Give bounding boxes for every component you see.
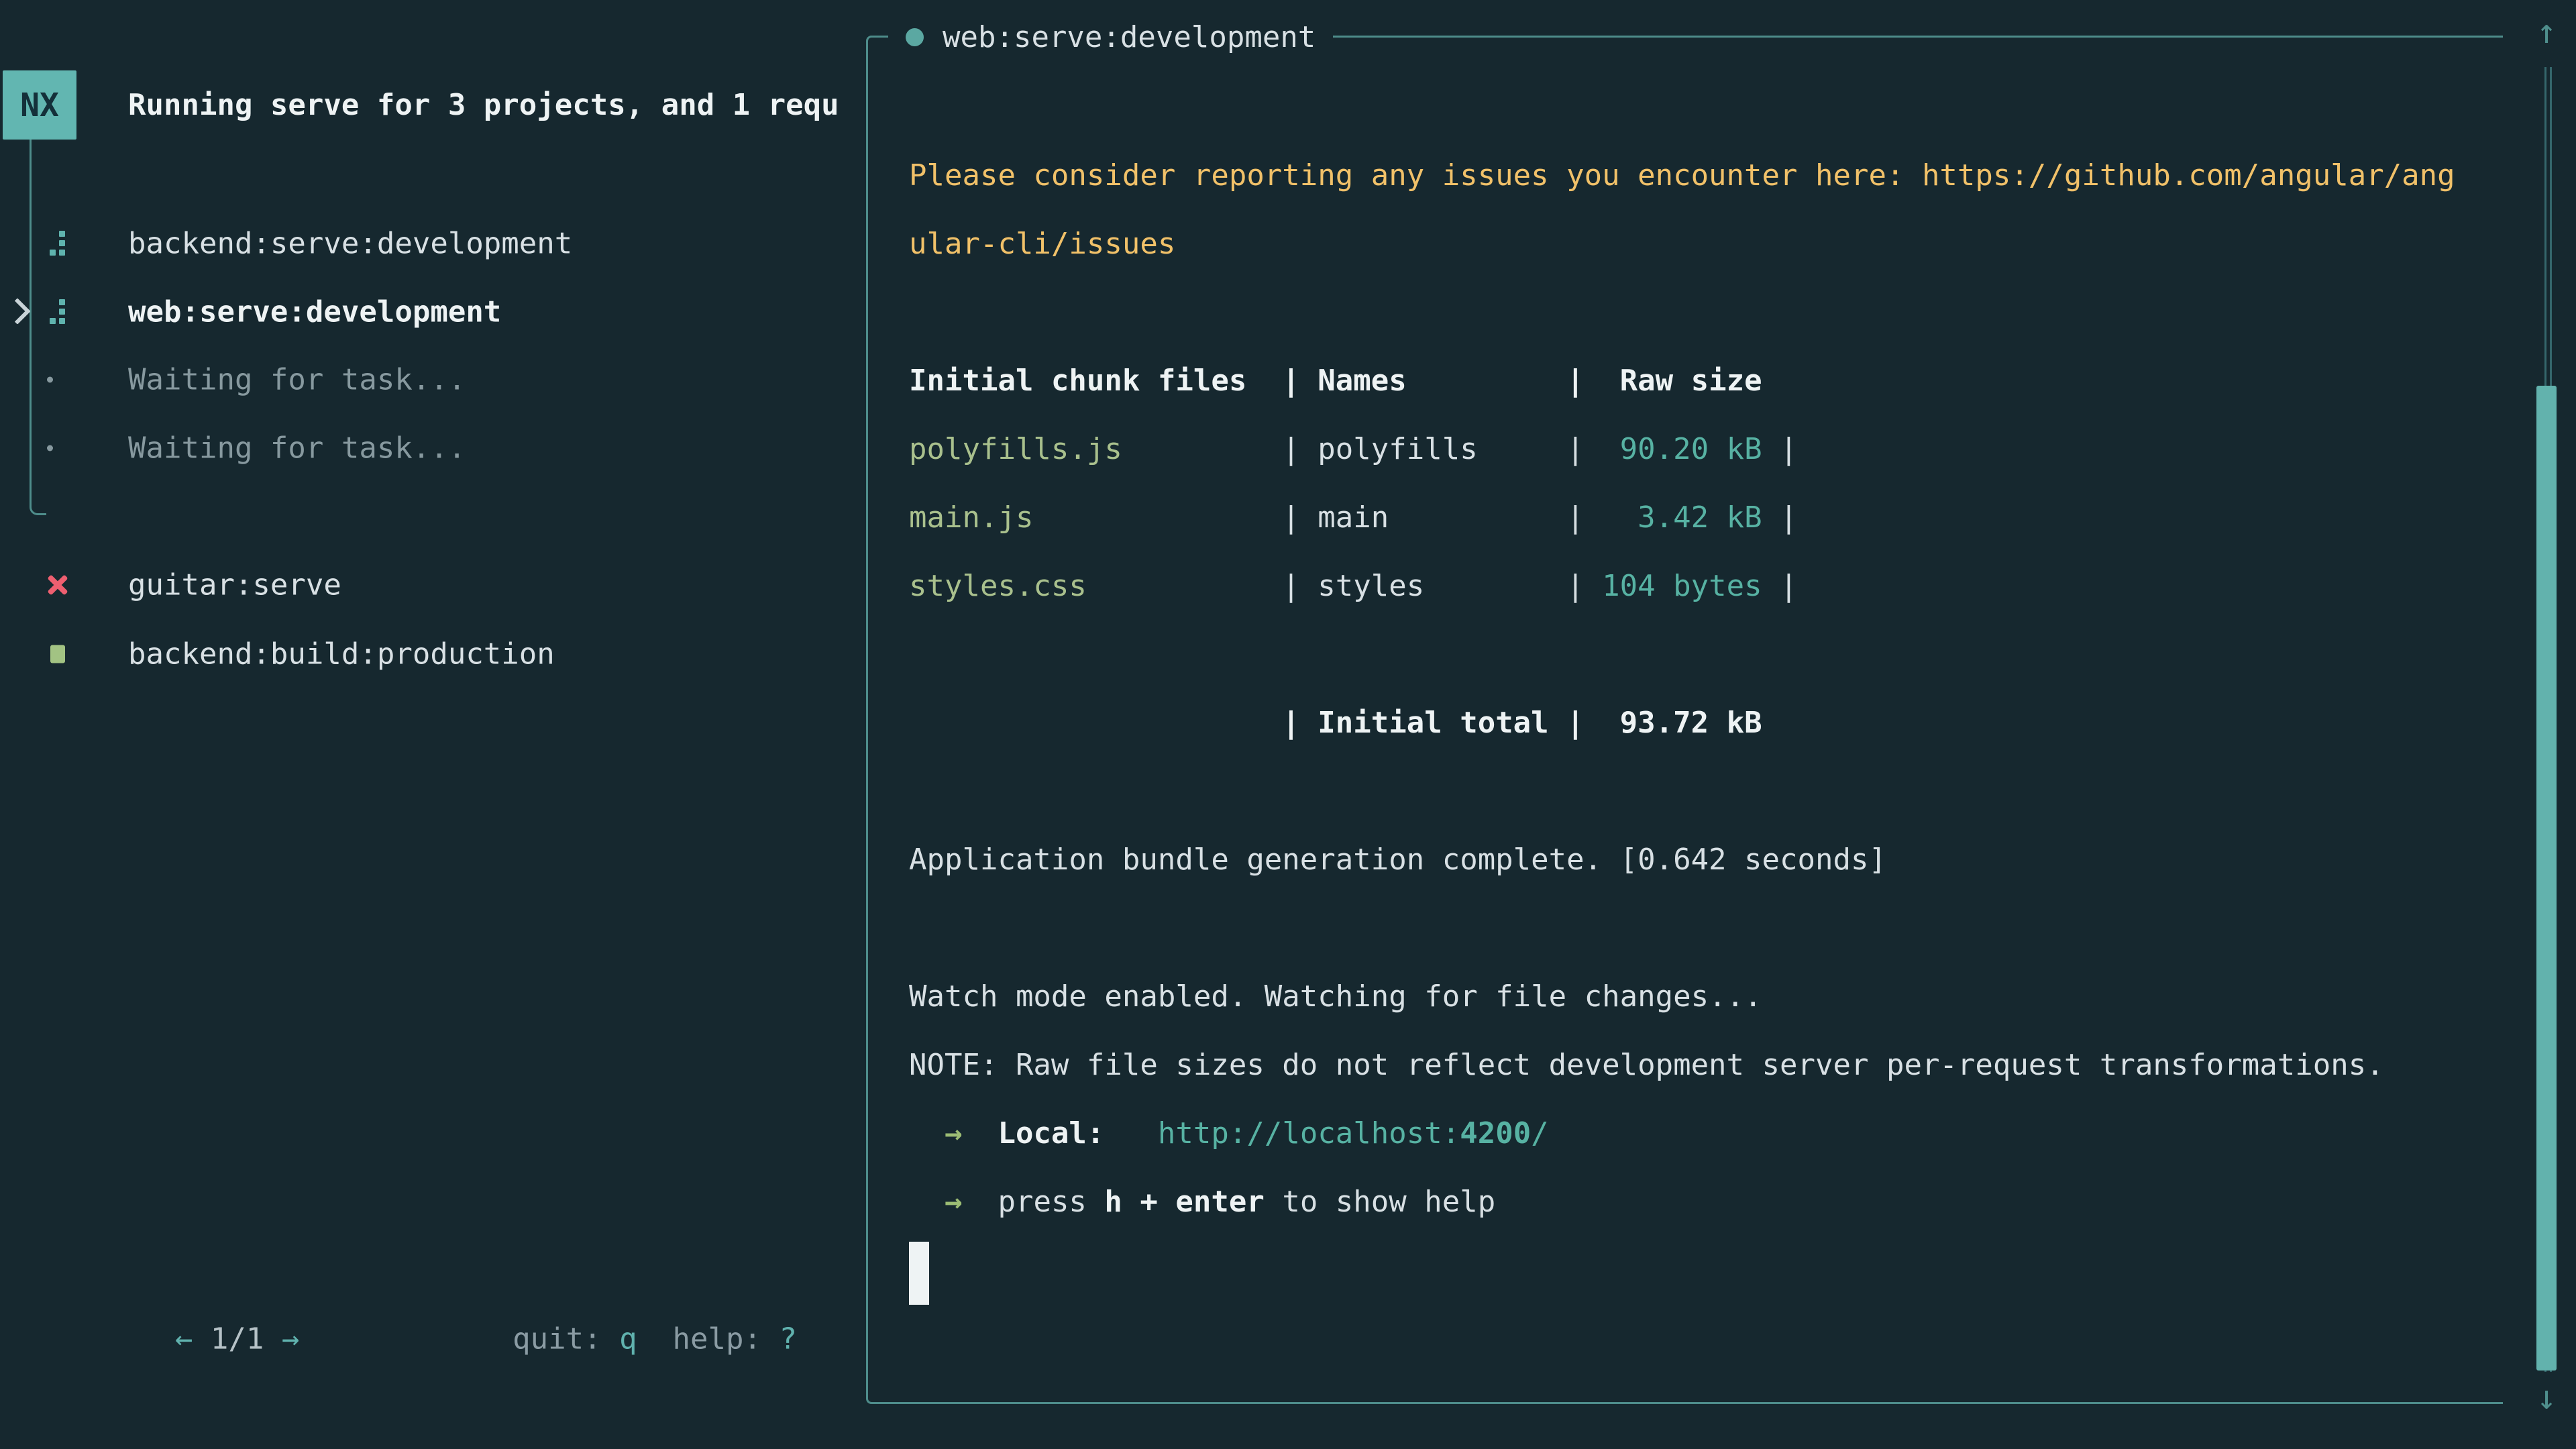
chunk-table-header: Initial chunk files | Names | Raw size — [909, 347, 2455, 415]
local-label: Local: — [998, 1116, 1104, 1150]
arrow-icon: → — [945, 1185, 963, 1219]
sidebar-title: Running serve for 3 projects, and 1 requ — [128, 70, 863, 140]
task-row-waiting-2[interactable]: Waiting for task... — [0, 414, 866, 482]
task-label: backend:serve:development — [128, 227, 572, 261]
pagination: ← 1/1 → — [33, 1288, 299, 1391]
pending-dot-icon — [38, 377, 78, 383]
terminal-output: Please consider reporting any issues you… — [909, 142, 2455, 1305]
terminal-line: Application bundle generation complete. … — [909, 826, 2455, 894]
nx-logo: NX — [3, 70, 76, 140]
help-label: help: — [673, 1322, 780, 1356]
task-output-panel: web:serve:development Please consider re… — [866, 36, 2503, 1404]
panel-title: web:serve:development — [888, 11, 1333, 62]
terminal-line-blank — [909, 757, 2455, 826]
keyboard-shortcuts: quit: q help: ? — [370, 1288, 797, 1391]
terminal-line: Please consider reporting any issues you… — [909, 142, 2455, 210]
terminal-line: Watch mode enabled. Watching for file ch… — [909, 963, 2455, 1031]
running-dot-icon — [906, 28, 924, 46]
task-label: backend:build:production — [128, 637, 555, 672]
chunk-table-row: main.js | main | 3.42 kB | — [909, 484, 2455, 552]
arrow-icon: → — [945, 1116, 963, 1150]
task-label: Waiting for task... — [128, 431, 466, 466]
nx-terminal-ui: NX Running serve for 3 projects, and 1 r… — [0, 0, 2576, 1449]
success-square-icon — [38, 645, 78, 663]
scroll-up-arrow-icon[interactable]: ↑ — [2526, 15, 2567, 48]
task-sidebar: NX Running serve for 3 projects, and 1 r… — [0, 0, 866, 1449]
spinner-icon — [38, 231, 78, 256]
terminal-line-blank — [909, 621, 2455, 689]
terminal-line: ular-cli/issues — [909, 210, 2455, 278]
task-row-backend-serve[interactable]: backend:serve:development — [0, 209, 866, 278]
terminal-line-blank — [909, 894, 2455, 963]
task-row-waiting-1[interactable]: Waiting for task... — [0, 345, 866, 414]
selected-caret-icon — [4, 298, 31, 325]
task-row-web-serve[interactable]: web:serve:development — [0, 278, 866, 346]
localhost-link[interactable]: http://localhost:4200/ — [1158, 1116, 1549, 1150]
task-label: web:serve:development — [128, 295, 501, 329]
quit-label: quit: — [513, 1322, 619, 1356]
scrollbar-thumb[interactable] — [2536, 386, 2557, 1371]
pending-dot-icon — [38, 445, 78, 451]
sidebar-bottom-bar: ← 1/1 → quit: q help: ? — [0, 1305, 866, 1373]
scroll-down-arrow-icon[interactable]: ↓ — [2526, 1381, 2567, 1414]
task-row-guitar-serve[interactable]: guitar:serve — [0, 551, 866, 619]
failed-x-icon — [38, 574, 78, 596]
help-hint-line: → press h + enter to show help — [909, 1168, 2455, 1236]
terminal-line-blank — [909, 278, 2455, 347]
chunk-table-row: styles.css | styles | 104 bytes | — [909, 552, 2455, 621]
page-prev-arrow-icon[interactable]: ← — [175, 1322, 193, 1356]
task-label: guitar:serve — [128, 568, 341, 602]
page-next-arrow-icon[interactable]: → — [282, 1322, 300, 1356]
local-url-line: → Local: http://localhost:4200/ — [909, 1099, 2455, 1168]
gap — [637, 1322, 673, 1356]
cursor-line — [909, 1236, 2455, 1305]
quit-key[interactable]: q — [619, 1322, 637, 1356]
chunk-table-row: polyfills.js | polyfills | 90.20 kB | — [909, 415, 2455, 484]
terminal-line: NOTE: Raw file sizes do not reflect deve… — [909, 1031, 2455, 1099]
task-row-backend-build[interactable]: backend:build:production — [0, 620, 866, 688]
terminal-cursor — [909, 1242, 929, 1305]
task-label: Waiting for task... — [128, 363, 466, 397]
chunk-table-total: | Initial total | 93.72 kB — [909, 689, 2455, 757]
help-keys: h + enter — [1104, 1185, 1264, 1219]
panel-title-text: web:serve:development — [943, 20, 1316, 54]
page-indicator: 1/1 — [193, 1322, 281, 1356]
help-key[interactable]: ? — [780, 1322, 798, 1356]
spinner-icon — [38, 299, 78, 325]
